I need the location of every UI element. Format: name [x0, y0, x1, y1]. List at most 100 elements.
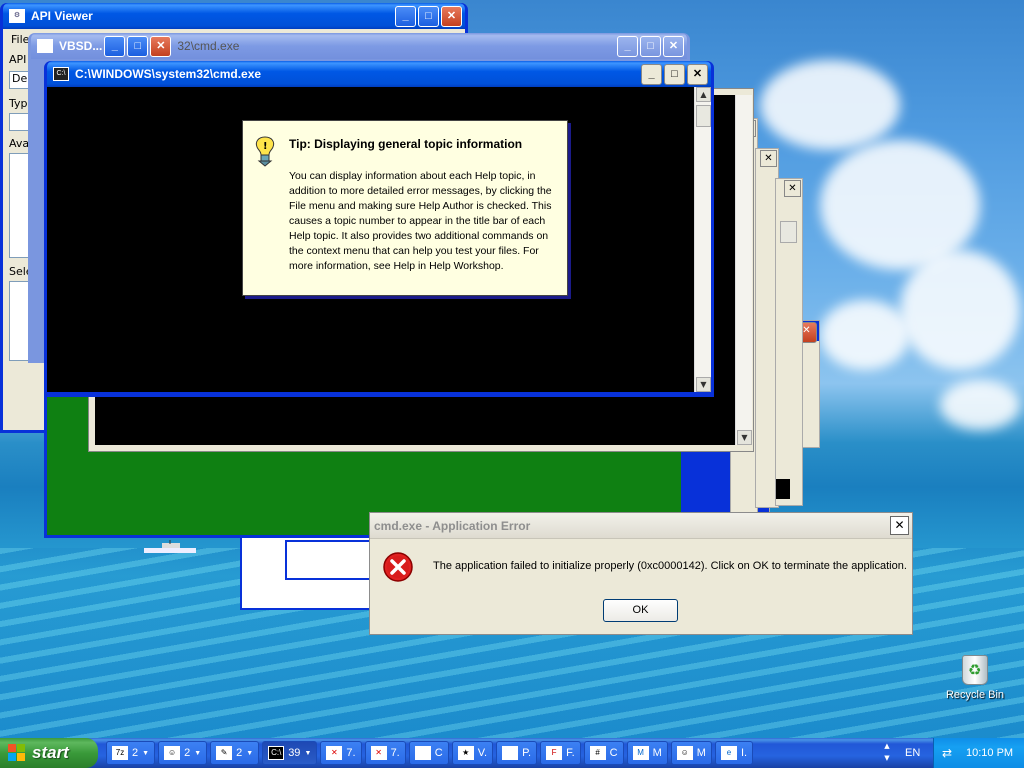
- window-title: API Viewer: [31, 9, 93, 23]
- task-button[interactable]: C: [408, 741, 449, 765]
- close-button[interactable]: ✕: [890, 516, 909, 535]
- network-icon[interactable]: ⇄: [942, 746, 956, 760]
- cmd-icon: C:\: [268, 746, 285, 760]
- task-button[interactable]: F F.: [540, 741, 581, 765]
- task-label: V.: [477, 747, 488, 759]
- close-button[interactable]: ✕: [760, 150, 777, 167]
- start-label: start: [32, 743, 69, 762]
- taskbar-scroll[interactable]: ▲ ▼: [880, 740, 894, 766]
- error-message: The application failed to initialize pro…: [433, 560, 907, 572]
- cmd-window-cascade[interactable]: ✕: [775, 178, 803, 506]
- cloud: [940, 380, 1020, 430]
- boat-image: [144, 540, 196, 553]
- calc-icon: #: [589, 746, 606, 760]
- api-viewer-titlebar[interactable]: ⚙ API Viewer _ □ ✕: [3, 3, 465, 29]
- app-icon: ★: [457, 746, 474, 760]
- scrollbar-thumb[interactable]: [696, 105, 711, 127]
- minimize-button[interactable]: _: [617, 35, 638, 57]
- error-dialog-title: cmd.exe - Application Error: [374, 518, 531, 533]
- system-tray: ⇄ 10:10 PM: [933, 738, 1024, 768]
- clock[interactable]: 10:10 PM: [966, 738, 1013, 768]
- app-icon: M: [632, 746, 649, 760]
- minimize-button[interactable]: _: [395, 5, 416, 27]
- close-button[interactable]: ✕: [150, 35, 172, 57]
- task-button[interactable]: ☺ 2 ▼: [158, 741, 208, 765]
- chevron-down-icon: ▼: [304, 749, 312, 757]
- vertical-scrollbar[interactable]: ▲ ▼: [694, 87, 711, 392]
- window-title-tail: 32\cmd.exe: [177, 39, 240, 53]
- window-icon: [502, 746, 519, 760]
- task-button-active[interactable]: C:\ 39 ▼: [262, 741, 318, 765]
- label-type: Typ: [9, 97, 28, 110]
- vbsd-titlebar[interactable]: VBSD... _ □ ✕ 32\cmd.exe _ □ ✕: [31, 33, 687, 59]
- api-viewer-icon: ⚙: [9, 9, 25, 23]
- label-available: Ava: [9, 137, 30, 150]
- error-icon: ✕: [326, 746, 343, 760]
- maximize-button[interactable]: □: [418, 5, 439, 27]
- maximize-button[interactable]: □: [640, 35, 661, 57]
- chevron-down-icon[interactable]: ▼: [880, 752, 894, 764]
- help-tip-popup: ! Tip: Displaying general topic informat…: [242, 120, 568, 296]
- task-button[interactable]: MM: [626, 741, 668, 765]
- maximize-button[interactable]: □: [127, 35, 149, 57]
- window-title: C:\WINDOWS\system32\cmd.exe: [75, 67, 262, 81]
- tool-icon: ✎: [216, 746, 233, 760]
- people-icon: ☺: [676, 746, 693, 760]
- minimize-button[interactable]: _: [641, 63, 662, 85]
- close-button[interactable]: ✕: [784, 180, 801, 197]
- ok-button[interactable]: OK: [603, 599, 678, 622]
- task-button[interactable]: e I.: [714, 741, 754, 765]
- close-button[interactable]: ✕: [663, 35, 684, 57]
- task-label: P.: [522, 747, 532, 759]
- task-label: M: [696, 747, 706, 759]
- close-button[interactable]: ✕: [687, 63, 708, 85]
- menu-file[interactable]: File: [11, 33, 29, 46]
- scrollbar-thumb[interactable]: [780, 221, 797, 243]
- people-icon: ☺: [164, 746, 181, 760]
- select-value: De: [12, 72, 28, 85]
- available-list[interactable]: [9, 153, 29, 258]
- task-label: M: [652, 747, 662, 759]
- task-button[interactable]: ☺ M: [670, 741, 712, 765]
- app-icon: F: [546, 746, 563, 760]
- scroll-down-arrow-icon[interactable]: ▼: [737, 430, 752, 445]
- language-indicator[interactable]: EN: [905, 738, 920, 768]
- 7z-icon: 7z: [112, 746, 128, 760]
- error-icon: [383, 552, 413, 582]
- recycle-bin-icon[interactable]: [962, 655, 988, 685]
- vertical-scrollbar[interactable]: ▼: [735, 95, 752, 445]
- scroll-down-arrow-icon[interactable]: ▼: [696, 377, 711, 392]
- close-button[interactable]: ✕: [441, 5, 462, 27]
- window-title: VBSD...: [59, 39, 103, 53]
- type-input[interactable]: [9, 113, 29, 131]
- task-button[interactable]: 7z 2 ▼: [106, 741, 156, 765]
- error-dialog-titlebar[interactable]: cmd.exe - Application Error ✕: [370, 513, 912, 539]
- task-button[interactable]: ✕ 7.: [364, 741, 406, 765]
- selected-list[interactable]: [9, 281, 29, 361]
- tip-body: You can display information about each H…: [289, 170, 552, 272]
- error-icon: ✕: [370, 746, 387, 760]
- task-button[interactable]: ✎ 2 ▼: [210, 741, 260, 765]
- start-button[interactable]: start: [0, 738, 98, 768]
- cmd-titlebar[interactable]: C:\ C:\WINDOWS\system32\cmd.exe _ □ ✕: [47, 61, 711, 87]
- task-button[interactable]: ★ V.: [451, 741, 494, 765]
- recycle-bin[interactable]: Recycle Bin: [940, 655, 1010, 701]
- application-error-dialog[interactable]: cmd.exe - Application Error ✕ The applic…: [369, 512, 913, 635]
- chevron-down-icon: ▼: [142, 749, 150, 757]
- windows-flag-icon: [8, 744, 26, 762]
- task-button[interactable]: ✕ 7.: [320, 741, 362, 765]
- task-button[interactable]: P.: [496, 741, 538, 765]
- chevron-down-icon: ▼: [194, 749, 202, 757]
- task-label: 2: [184, 747, 191, 759]
- window-icon: [414, 746, 431, 760]
- chevron-up-icon[interactable]: ▲: [880, 740, 894, 752]
- task-label: 2: [132, 747, 139, 759]
- minimize-button[interactable]: _: [104, 35, 126, 57]
- maximize-button[interactable]: □: [664, 63, 685, 85]
- task-label: 39: [288, 747, 301, 759]
- console-area: [776, 479, 790, 499]
- cloud: [820, 300, 910, 370]
- cloud: [900, 250, 1020, 370]
- scroll-up-arrow-icon[interactable]: ▲: [696, 87, 711, 102]
- task-button[interactable]: # C: [583, 741, 624, 765]
